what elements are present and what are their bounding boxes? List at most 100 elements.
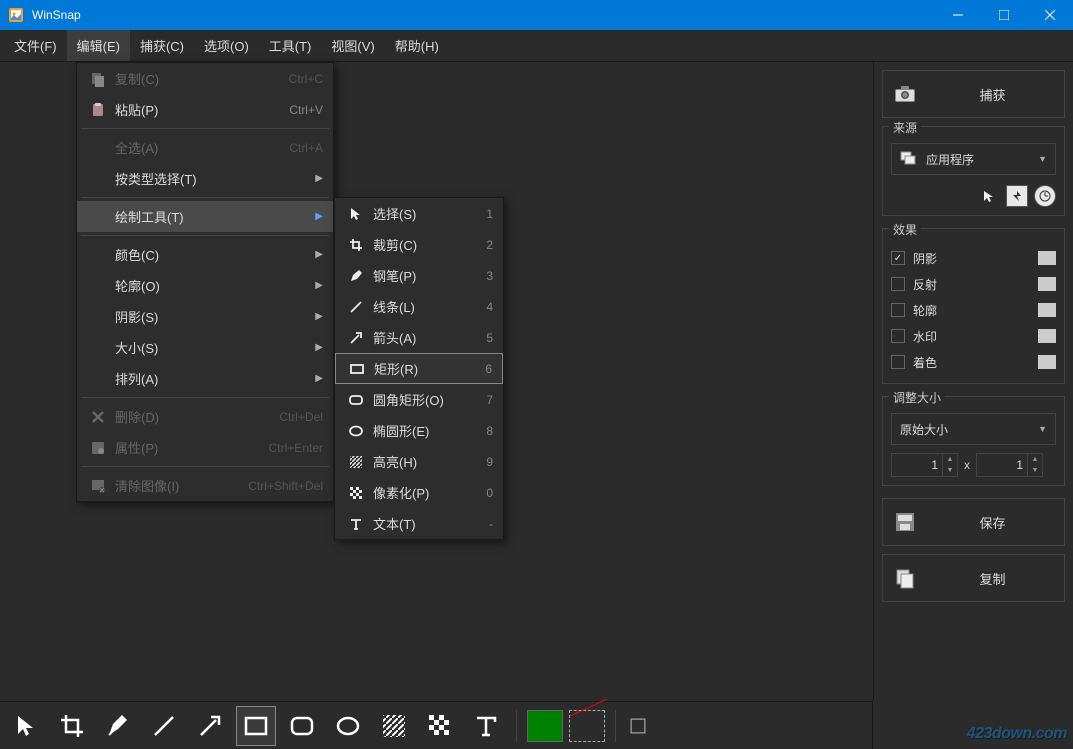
menu-edit[interactable]: 编辑(E) [67, 30, 130, 61]
drawtools-submenu: 选择(S)1 裁剪(C)2 钢笔(P)3 线条(L)4 箭头(A)5 矩形(R)… [334, 197, 504, 540]
effect-outline[interactable]: 轮廓 [891, 297, 1056, 323]
copy-icon [87, 71, 109, 87]
swatch-icon[interactable] [1038, 355, 1056, 369]
close-button[interactable] [1027, 0, 1073, 30]
up-arrow-icon[interactable]: ▲ [943, 454, 957, 465]
arrow-icon [345, 330, 367, 346]
edit-selectbytype[interactable]: 按类型选择(T) ▶ [77, 163, 333, 194]
submenu-arrow-icon: ▶ [315, 342, 323, 353]
copy-button[interactable]: 复制 [882, 554, 1065, 602]
timer-toggle[interactable] [1034, 185, 1056, 207]
swatch-icon[interactable] [1038, 251, 1056, 265]
tool-ellipse[interactable] [328, 706, 368, 746]
resize-combo[interactable]: 原始大小 ▼ [891, 413, 1056, 445]
edit-arrange[interactable]: 排列(A)▶ [77, 363, 333, 394]
edit-clearimage[interactable]: 清除图像(I) Ctrl+Shift+Del [77, 470, 333, 501]
down-arrow-icon[interactable]: ▼ [943, 465, 957, 476]
tool-item-arrow[interactable]: 箭头(A)5 [335, 322, 503, 353]
window-title: WinSnap [32, 8, 935, 22]
tool-more[interactable] [626, 706, 650, 746]
width-input[interactable] [892, 458, 942, 472]
tool-select[interactable] [6, 706, 46, 746]
tool-item-select[interactable]: 选择(S)1 [335, 198, 503, 229]
edit-color[interactable]: 颜色(C)▶ [77, 239, 333, 270]
toolbar-separator [615, 710, 616, 742]
submenu-arrow-icon: ▶ [315, 249, 323, 260]
fill-color-swatch[interactable] [527, 710, 563, 742]
edit-paste[interactable]: 粘贴(P) Ctrl+V [77, 94, 333, 125]
swatch-icon[interactable] [1038, 303, 1056, 317]
tool-pen[interactable] [98, 706, 138, 746]
menu-separator [81, 197, 329, 198]
menu-separator [81, 235, 329, 236]
menu-help[interactable]: 帮助(H) [385, 30, 449, 61]
effect-watermark[interactable]: 水印 [891, 323, 1056, 349]
edit-drawtools[interactable]: 绘制工具(T) ▶ [77, 201, 333, 232]
effect-reflect[interactable]: 反射 [891, 271, 1056, 297]
tool-text[interactable] [466, 706, 506, 746]
swatch-icon[interactable] [1038, 329, 1056, 343]
tool-item-rect[interactable]: 矩形(R)6 [335, 353, 503, 384]
tool-item-line[interactable]: 线条(L)4 [335, 291, 503, 322]
effects-panel: 效果 阴影 反射 轮廓 水印 着色 [882, 228, 1065, 384]
round-rect-icon [345, 392, 367, 408]
tool-item-ellipse[interactable]: 椭圆形(E)8 [335, 415, 503, 446]
sidebar: 捕获 来源 应用程序 ▼ 效果 阴影 反射 [873, 62, 1073, 701]
maximize-button[interactable] [981, 0, 1027, 30]
edit-dropdown: 复制(C) Ctrl+C 粘贴(P) Ctrl+V 全选(A) Ctrl+A 按… [76, 62, 334, 502]
swatch-icon[interactable] [1038, 277, 1056, 291]
tool-item-pen[interactable]: 钢笔(P)3 [335, 260, 503, 291]
width-spinner[interactable]: ▲▼ [891, 453, 958, 477]
tool-crop[interactable] [52, 706, 92, 746]
tool-item-pixelate[interactable]: 像素化(P)0 [335, 477, 503, 508]
menu-capture[interactable]: 捕获(C) [130, 30, 194, 61]
height-spinner[interactable]: ▲▼ [976, 453, 1043, 477]
highlight-icon [345, 454, 367, 470]
clear-image-icon [87, 478, 109, 494]
edit-shadow[interactable]: 阴影(S)▶ [77, 301, 333, 332]
tool-item-highlight[interactable]: 高亮(H)9 [335, 446, 503, 477]
stroke-color-swatch[interactable] [569, 710, 605, 742]
minimize-button[interactable] [935, 0, 981, 30]
height-input[interactable] [977, 458, 1027, 472]
edit-size[interactable]: 大小(S)▶ [77, 332, 333, 363]
flash-toggle[interactable] [1006, 185, 1028, 207]
up-arrow-icon[interactable]: ▲ [1028, 454, 1042, 465]
edit-delete[interactable]: 删除(D) Ctrl+Del [77, 401, 333, 432]
tool-item-crop[interactable]: 裁剪(C)2 [335, 229, 503, 260]
tool-highlight[interactable] [374, 706, 414, 746]
down-arrow-icon[interactable]: ▼ [1028, 465, 1042, 476]
app-icon [8, 7, 24, 23]
tool-arrow[interactable] [190, 706, 230, 746]
properties-icon [87, 440, 109, 456]
rect-icon [346, 361, 368, 377]
effect-tint[interactable]: 着色 [891, 349, 1056, 375]
edit-copy[interactable]: 复制(C) Ctrl+C [77, 63, 333, 94]
menu-options[interactable]: 选项(O) [194, 30, 259, 61]
effect-shadow[interactable]: 阴影 [891, 245, 1056, 271]
crop-icon [345, 237, 367, 253]
submenu-arrow-icon: ▶ [315, 373, 323, 384]
checkbox-icon [891, 355, 905, 369]
menu-file[interactable]: 文件(F) [4, 30, 67, 61]
source-title: 来源 [889, 119, 921, 136]
cursor-toggle[interactable] [978, 185, 1000, 207]
edit-properties[interactable]: 属性(P) Ctrl+Enter [77, 432, 333, 463]
tool-rect[interactable] [236, 706, 276, 746]
effects-title: 效果 [889, 221, 921, 238]
source-panel: 来源 应用程序 ▼ [882, 126, 1065, 216]
capture-button[interactable]: 捕获 [882, 70, 1065, 118]
menu-tools[interactable]: 工具(T) [259, 30, 322, 61]
edit-outline[interactable]: 轮廓(O)▶ [77, 270, 333, 301]
tool-round-rect[interactable] [282, 706, 322, 746]
tool-item-rrect[interactable]: 圆角矩形(O)7 [335, 384, 503, 415]
edit-selectall[interactable]: 全选(A) Ctrl+A [77, 132, 333, 163]
tool-item-text[interactable]: 文本(T)- [335, 508, 503, 539]
save-button[interactable]: 保存 [882, 498, 1065, 546]
menu-view[interactable]: 视图(V) [321, 30, 384, 61]
tool-line[interactable] [144, 706, 184, 746]
tool-pixelate[interactable] [420, 706, 460, 746]
windows-icon [900, 151, 916, 167]
submenu-arrow-icon: ▶ [315, 311, 323, 322]
source-combo[interactable]: 应用程序 ▼ [891, 143, 1056, 175]
